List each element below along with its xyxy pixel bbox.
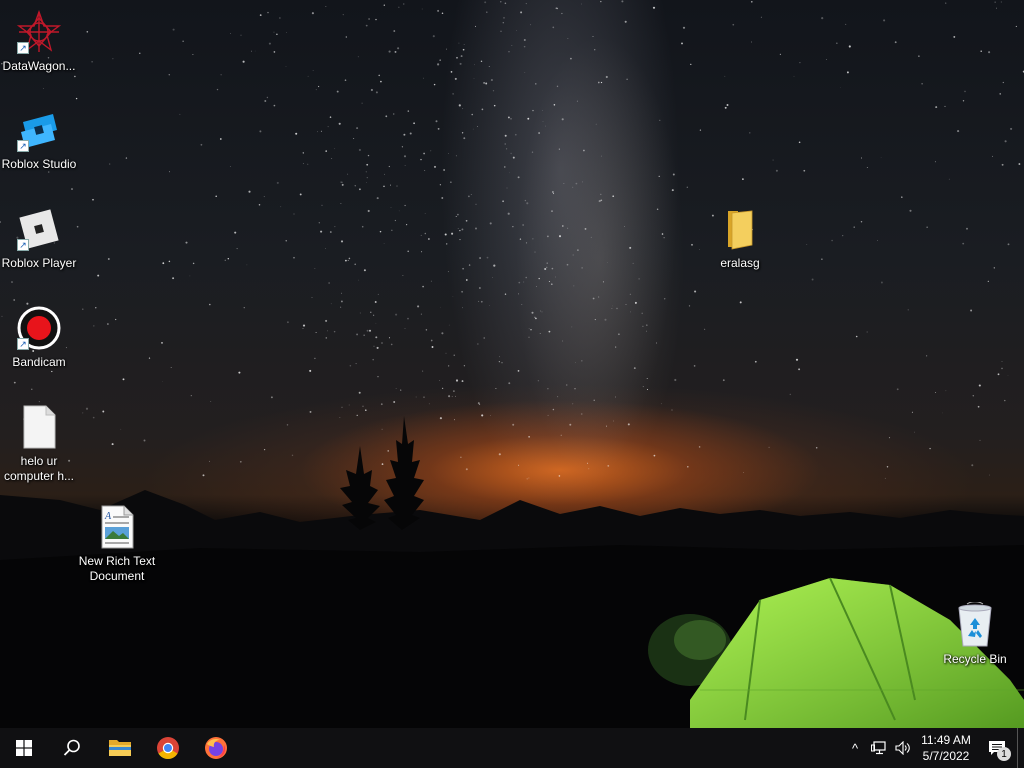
- desktop-icon-recycle-bin[interactable]: Recycle Bin: [936, 601, 1014, 667]
- system-tray: ^ 11:49 AM 5/7/2022 1: [843, 728, 1024, 768]
- wallpaper-scene: [0, 0, 1024, 728]
- taskbar: ^ 11:49 AM 5/7/2022 1: [0, 728, 1024, 768]
- search-button[interactable]: [48, 728, 96, 768]
- desktop-icon-roblox-studio[interactable]: ↗ Roblox Studio: [0, 106, 78, 172]
- desktop-icon-label: Recycle Bin: [943, 652, 1007, 666]
- network-icon[interactable]: [867, 728, 891, 768]
- desktop-wallpaper: [0, 0, 1024, 728]
- search-icon: [63, 739, 80, 756]
- firefox-icon: [205, 737, 227, 759]
- desktop-icon-new-rich-text[interactable]: A New Rich Text Document: [78, 503, 156, 584]
- desktop-icon-helo-file[interactable]: helo ur computer h...: [0, 403, 78, 484]
- start-button[interactable]: [0, 728, 48, 768]
- desktop-icon-datawagon[interactable]: ↗ DataWagon...: [0, 8, 78, 74]
- recycle-bin-icon: [951, 601, 999, 649]
- show-desktop-button[interactable]: [1017, 728, 1024, 768]
- desktop-icon-roblox-player[interactable]: ↗ Roblox Player: [0, 205, 78, 271]
- shortcut-arrow-icon: ↗: [17, 140, 29, 152]
- roblox-player-icon: ↗: [15, 205, 63, 253]
- desktop-icon-label: Bandicam: [12, 355, 66, 369]
- blank-file-icon: [15, 403, 63, 451]
- taskbar-chrome[interactable]: [144, 728, 192, 768]
- shortcut-arrow-icon: ↗: [17, 239, 29, 251]
- volume-icon[interactable]: [891, 728, 915, 768]
- clock-time: 11:49 AM: [921, 733, 971, 747]
- folder-icon: [716, 205, 764, 253]
- desktop-icon-eralasg-folder[interactable]: eralasg: [701, 205, 779, 271]
- taskbar-firefox[interactable]: [192, 728, 240, 768]
- file-explorer-icon: [109, 740, 131, 756]
- chrome-icon: [157, 737, 179, 759]
- roblox-studio-icon: ↗: [15, 106, 63, 154]
- clock-date: 5/7/2022: [922, 749, 970, 763]
- taskbar-file-explorer[interactable]: [96, 728, 144, 768]
- desktop-icon-bandicam[interactable]: ↗ Bandicam: [0, 304, 78, 370]
- action-center-button[interactable]: 1: [977, 728, 1017, 768]
- desktop-icon-label: Roblox Player: [1, 256, 77, 270]
- desktop-icon-label: DataWagon...: [2, 59, 76, 73]
- desktop-icon-label: helo ur computer h...: [3, 454, 75, 483]
- notification-count-badge: 1: [997, 747, 1011, 761]
- shortcut-arrow-icon: ↗: [17, 42, 29, 54]
- shortcut-arrow-icon: ↗: [17, 338, 29, 350]
- show-hidden-icons-chevron[interactable]: ^: [843, 728, 867, 768]
- desktop-icon-label: eralasg: [720, 256, 760, 270]
- svg-text:A: A: [104, 511, 112, 522]
- windows-start-icon: [16, 740, 32, 756]
- rich-text-document-icon: A: [93, 503, 141, 551]
- taskbar-clock[interactable]: 11:49 AM 5/7/2022: [915, 728, 977, 768]
- desktop-icon-label: New Rich Text Document: [78, 554, 156, 583]
- desktop-icon-label: Roblox Studio: [1, 157, 77, 171]
- bandicam-record-icon: ↗: [15, 304, 63, 352]
- datawagon-star-icon: ↗: [15, 8, 63, 56]
